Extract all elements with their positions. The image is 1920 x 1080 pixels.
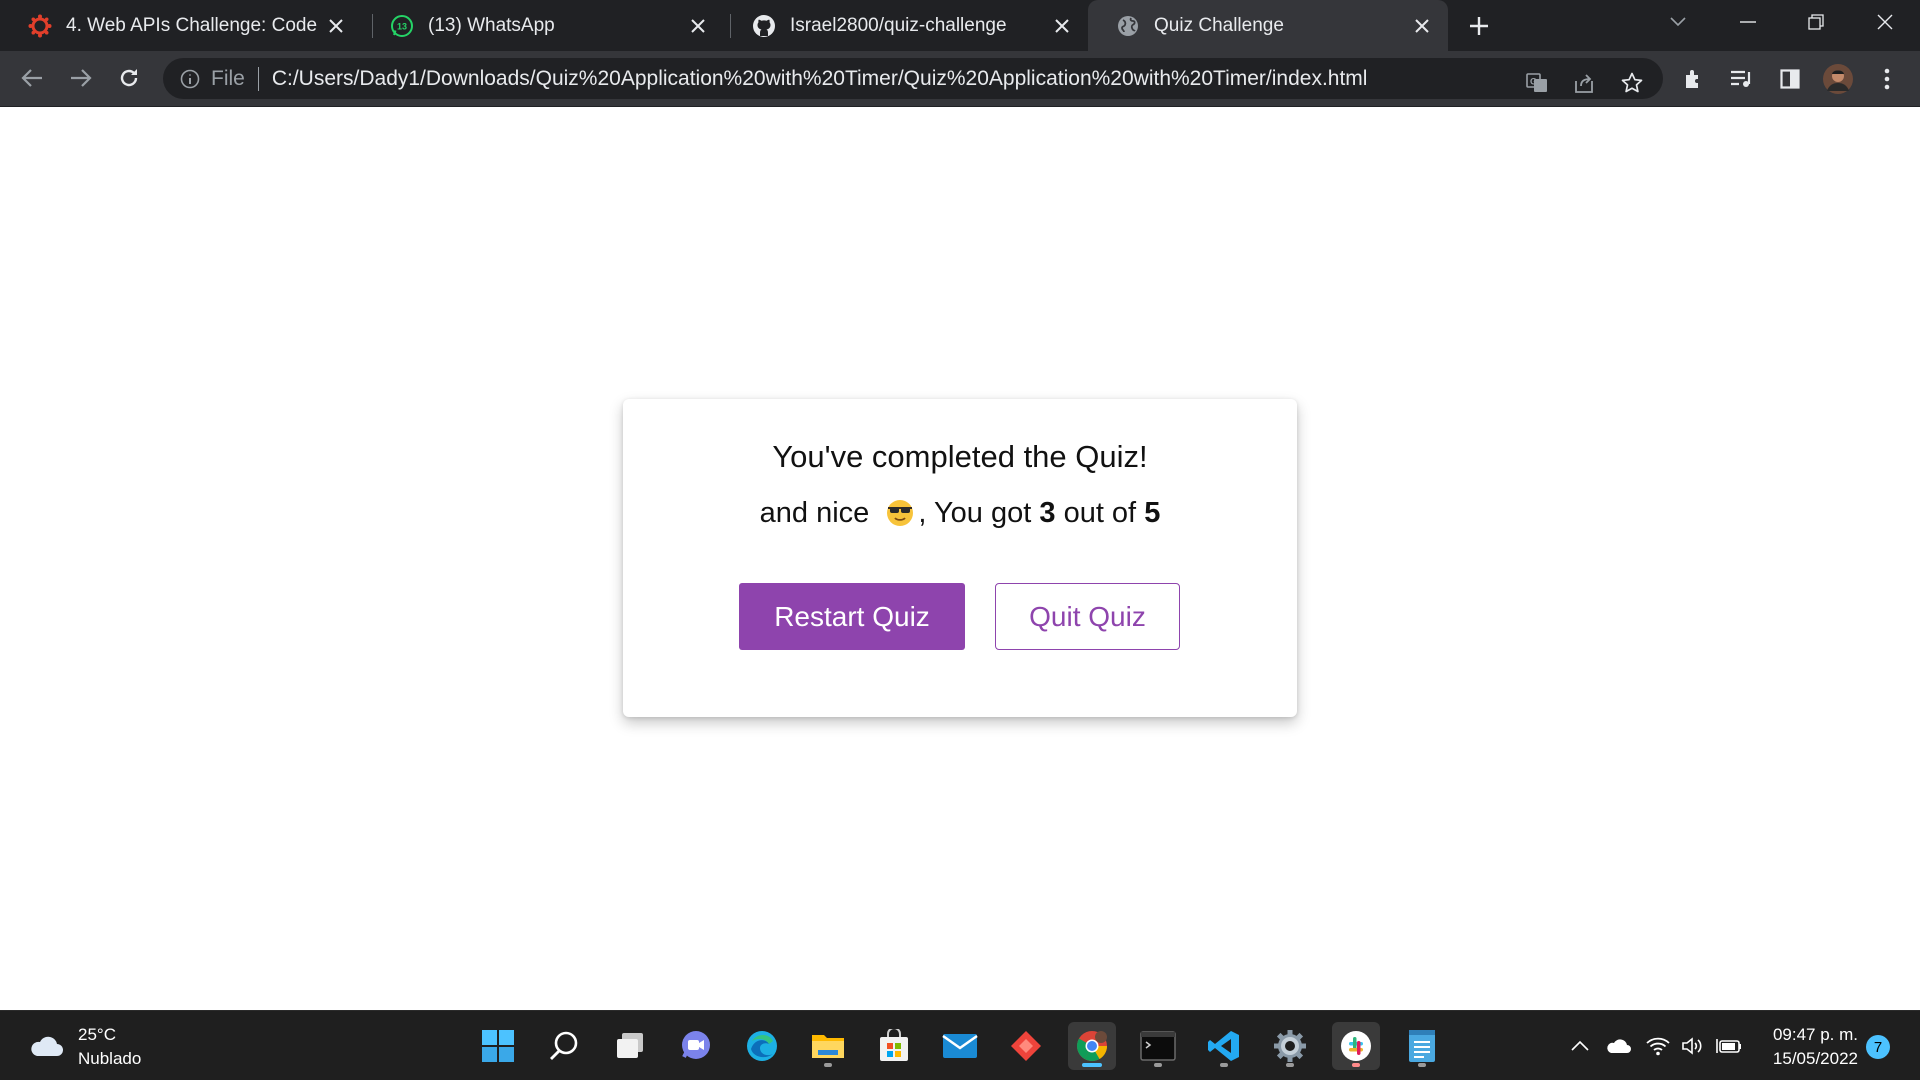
tab-title: 4. Web APIs Challenge: Code Qui xyxy=(66,14,322,36)
tab-whatsapp[interactable]: 13 (13) WhatsApp xyxy=(362,0,724,51)
tab-search-button[interactable] xyxy=(1648,0,1708,44)
close-tab-icon[interactable] xyxy=(684,12,712,40)
bookmark-star-icon[interactable] xyxy=(1617,68,1647,98)
svg-text:13: 13 xyxy=(397,21,407,31)
weather-temperature: 25°C xyxy=(78,1025,116,1044)
media-control-icon[interactable] xyxy=(1725,62,1759,96)
share-icon[interactable] xyxy=(1569,68,1599,98)
score-correct: 3 xyxy=(1039,497,1056,529)
running-indicator xyxy=(1418,1063,1426,1067)
whatsapp-icon: 13 xyxy=(390,14,414,38)
address-bar[interactable]: File C:/Users/Dady1/Downloads/Quiz%20App… xyxy=(163,58,1663,99)
running-indicator xyxy=(1220,1063,1228,1067)
svg-text:G: G xyxy=(1530,77,1537,87)
notepad-icon[interactable] xyxy=(1398,1022,1446,1070)
weather-widget[interactable]: 25°C Nublado xyxy=(28,1023,141,1071)
onedrive-icon[interactable] xyxy=(1603,1031,1633,1061)
clock-time: 09:47 p. m. xyxy=(1772,1025,1858,1044)
running-indicator xyxy=(1286,1063,1294,1067)
restart-quiz-button[interactable]: Restart Quiz xyxy=(739,583,965,650)
chrome-icon[interactable] xyxy=(1068,1022,1116,1070)
terminal-icon[interactable] xyxy=(1134,1022,1182,1070)
more-menu-icon[interactable] xyxy=(1870,62,1904,96)
translate-icon[interactable]: G xyxy=(1522,68,1552,98)
edge-icon[interactable] xyxy=(738,1022,786,1070)
minimize-button[interactable] xyxy=(1718,0,1778,44)
windows-taskbar: 25°C Nublado 09:47 p. m. 15/05/2022 7 xyxy=(0,1010,1920,1080)
close-tab-icon[interactable] xyxy=(1048,12,1076,40)
settings-icon[interactable] xyxy=(1266,1022,1314,1070)
file-scheme-label: File xyxy=(211,66,245,90)
wifi-icon[interactable] xyxy=(1643,1031,1673,1061)
volume-icon[interactable] xyxy=(1678,1031,1708,1061)
globe-icon xyxy=(1116,14,1140,38)
score-of: out of xyxy=(1063,497,1137,529)
sunglasses-emoji-icon xyxy=(885,498,915,526)
chevron-up-icon[interactable] xyxy=(1565,1031,1595,1061)
weather-description: Nublado xyxy=(78,1049,142,1068)
clock-date: 15/05/2022 xyxy=(1772,1049,1858,1068)
start-button[interactable] xyxy=(474,1022,522,1070)
canvas-lms-icon xyxy=(28,14,52,38)
new-tab-button[interactable] xyxy=(1463,10,1495,42)
slack-icon[interactable] xyxy=(1332,1022,1380,1070)
mail-icon[interactable] xyxy=(936,1022,984,1070)
task-view-icon[interactable] xyxy=(606,1022,654,1070)
info-icon[interactable] xyxy=(179,68,201,90)
side-panel-icon[interactable] xyxy=(1773,62,1807,96)
system-clock[interactable]: 09:47 p. m. 15/05/2022 xyxy=(1758,1023,1858,1071)
url-text[interactable]: C:/Users/Dady1/Downloads/Quiz%20Applicat… xyxy=(272,67,1368,91)
tab-canvas[interactable]: 4. Web APIs Challenge: Code Qui xyxy=(0,0,362,51)
microsoft-store-icon[interactable] xyxy=(870,1022,918,1070)
score-total: 5 xyxy=(1144,497,1161,529)
address-divider xyxy=(257,66,259,91)
battery-icon[interactable] xyxy=(1714,1031,1744,1061)
tab-title: Quiz Challenge xyxy=(1154,14,1284,36)
score-summary: and nice , You got 3 out of 5 xyxy=(623,497,1297,530)
notification-badge[interactable]: 7 xyxy=(1866,1035,1890,1059)
file-explorer-icon[interactable] xyxy=(804,1022,852,1070)
close-tab-icon[interactable] xyxy=(322,12,350,40)
search-icon[interactable] xyxy=(540,1022,588,1070)
reload-button[interactable] xyxy=(110,59,148,97)
score-prefix: and nice xyxy=(759,497,870,529)
score-mid: , You got xyxy=(918,497,1032,529)
tab-title: (13) WhatsApp xyxy=(428,14,555,36)
github-icon xyxy=(752,14,776,38)
tab-quiz-challenge[interactable]: Quiz Challenge xyxy=(1088,0,1448,51)
tab-github[interactable]: Israel2800/quiz-challenge xyxy=(724,0,1088,51)
running-indicator xyxy=(824,1063,832,1067)
completion-heading: You've completed the Quiz! xyxy=(772,439,1148,474)
tab-strip: 4. Web APIs Challenge: Code Qui 13 (13) … xyxy=(0,0,1920,51)
vscode-icon[interactable] xyxy=(1200,1022,1248,1070)
toolbar-border xyxy=(0,106,1920,107)
cloud-icon xyxy=(28,1032,64,1063)
tab-title: Israel2800/quiz-challenge xyxy=(790,14,1007,36)
close-tab-icon[interactable] xyxy=(1408,12,1436,40)
running-indicator xyxy=(1154,1063,1162,1067)
extensions-icon[interactable] xyxy=(1677,62,1711,96)
quiz-result-card: You've completed the Quiz! and nice , Yo… xyxy=(623,399,1297,717)
restore-button[interactable] xyxy=(1786,0,1846,44)
browser-toolbar: File C:/Users/Dady1/Downloads/Quiz%20App… xyxy=(0,51,1920,106)
notification-indicator xyxy=(1352,1063,1360,1067)
active-indicator xyxy=(1082,1063,1102,1067)
teams-chat-icon[interactable] xyxy=(672,1022,720,1070)
forward-button[interactable] xyxy=(62,59,100,97)
profile-avatar-icon[interactable] xyxy=(1821,62,1855,96)
close-window-button[interactable] xyxy=(1855,0,1915,44)
anydesk-icon[interactable] xyxy=(1002,1022,1050,1070)
quit-quiz-button[interactable]: Quit Quiz xyxy=(995,583,1180,650)
back-button[interactable] xyxy=(13,59,51,97)
